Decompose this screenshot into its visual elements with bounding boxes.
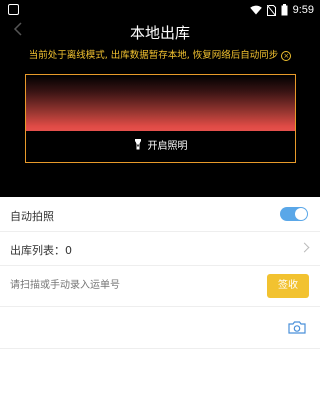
chevron-right-icon bbox=[299, 242, 310, 253]
receive-button[interactable]: 签收 bbox=[267, 274, 309, 298]
flash-label: 开启照明 bbox=[147, 141, 188, 152]
waybill-input-row: 签收 bbox=[0, 266, 320, 307]
battery-icon bbox=[281, 4, 288, 16]
auto-photo-toggle[interactable] bbox=[280, 207, 308, 221]
wifi-icon bbox=[249, 5, 262, 15]
camera-icon[interactable] bbox=[288, 321, 306, 334]
scan-line bbox=[26, 75, 295, 131]
flashlight-icon bbox=[134, 139, 141, 150]
camera-row bbox=[0, 307, 320, 349]
flash-toggle-button[interactable]: 开启照明 bbox=[26, 137, 295, 152]
page-title: 本地出库 bbox=[129, 24, 190, 42]
auto-photo-label: 自动拍照 bbox=[10, 210, 54, 223]
scanner-area: 9:59 本地出库 当前处于离线模式, 出库数据暂存本地, 恢复网络后自动同步 ×… bbox=[0, 0, 320, 197]
outbound-list-row[interactable]: 出库列表：0 bbox=[0, 232, 320, 266]
no-sim-icon bbox=[266, 4, 276, 16]
toggle-knob bbox=[295, 208, 307, 220]
auto-photo-row: 自动拍照 bbox=[0, 197, 320, 232]
status-icons: 9:59 bbox=[249, 3, 314, 17]
waybill-input[interactable] bbox=[10, 266, 250, 306]
scan-frame: 开启照明 bbox=[25, 74, 296, 163]
status-bar: 9:59 bbox=[0, 0, 320, 20]
outbound-list-label: 出库列表：0 bbox=[10, 244, 72, 257]
offline-notice: 当前处于离线模式, 出库数据暂存本地, 恢复网络后自动同步 × bbox=[0, 47, 320, 61]
app-notification-icon bbox=[8, 4, 19, 15]
status-time: 9:59 bbox=[292, 4, 314, 16]
offline-notice-text: 当前处于离线模式, 出库数据暂存本地, 恢复网络后自动同步 bbox=[28, 50, 279, 61]
close-icon[interactable]: × bbox=[281, 51, 292, 61]
